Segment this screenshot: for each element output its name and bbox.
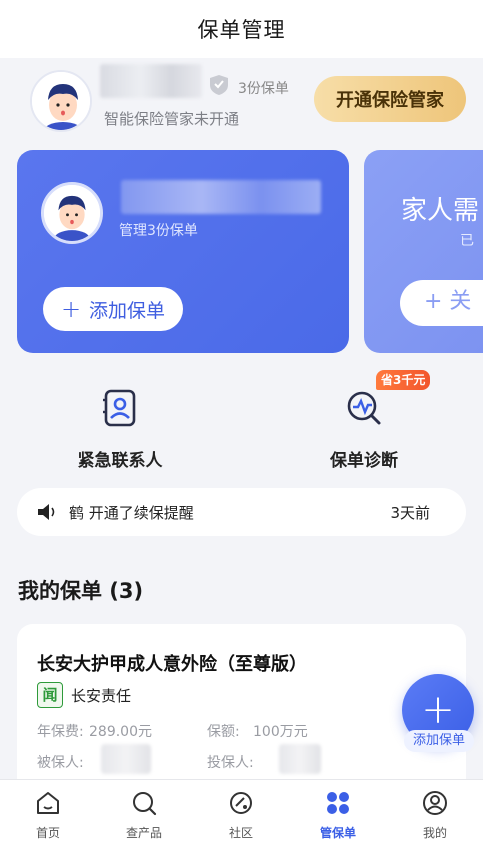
tab-community-label: 社区 (228, 826, 253, 840)
emergency-contact-action[interactable]: 紧急联系人 (40, 380, 200, 471)
page-title: 保单管理 (197, 18, 286, 42)
avatar[interactable] (30, 70, 92, 132)
card-avatar (41, 182, 103, 244)
policy-count: 3份保单 (238, 81, 289, 97)
plus-icon: + 关 (424, 289, 472, 314)
home-icon (37, 792, 59, 814)
plus-icon: + (60, 295, 82, 323)
bottom-tab-bar: 首页 查产品 社区 管保单 我的 (0, 779, 483, 844)
add-policy-label: 添加保单 (89, 299, 166, 322)
avatar-illustration (44, 185, 100, 241)
profile-icon (423, 791, 447, 815)
tab-profile[interactable]: 我的 (387, 780, 483, 844)
emergency-contact-label: 紧急联系人 (77, 451, 163, 471)
policy-owner-card[interactable]: 管理3份保单 + 添加保单 (17, 150, 349, 353)
shield-icon (210, 75, 228, 95)
tab-home[interactable]: 首页 (0, 780, 96, 844)
insured-label: 被保人: (37, 755, 84, 771)
insurer-logo-icon: 闻 (37, 682, 63, 708)
savings-badge: 省3千元 (376, 370, 431, 390)
speaker-icon (38, 504, 55, 520)
family-card-subtitle: 已 (460, 233, 474, 249)
family-card[interactable]: 家人需 已 + 关 (364, 150, 483, 353)
notice-time: 3天前 (390, 504, 430, 522)
family-card-title: 家人需 (401, 196, 480, 226)
insurer-name: 长安责任 (71, 687, 132, 705)
avatar-illustration (32, 72, 90, 130)
tab-manage-policies-label: 管保单 (319, 826, 356, 840)
manage-policies-label: 管理3份保单 (119, 223, 198, 239)
policy-name: 长安大护甲成人意外险（至尊版） (37, 654, 307, 675)
insured-blurred (101, 744, 151, 774)
diagnosis-icon (347, 391, 381, 425)
policy-diagnosis-label: 保单诊断 (330, 451, 398, 471)
card-username-blurred (121, 180, 321, 214)
notice-text: 鹤 开通了续保提醒 (69, 504, 194, 522)
my-policies-title: 我的保单 (3) (18, 579, 144, 603)
policy-diagnosis-action[interactable]: 保单诊断 (284, 380, 444, 471)
tab-products[interactable]: 查产品 (96, 780, 192, 844)
search-icon (133, 792, 157, 816)
premium-value: 289.00元 (89, 724, 152, 740)
tab-manage-policies[interactable]: 管保单 (290, 780, 386, 844)
holder-blurred (279, 744, 321, 774)
coverage-value: 100万元 (253, 724, 308, 740)
user-summary: 3份保单 智能保险管家未开通 开通保险管家 (0, 58, 483, 146)
premium-label: 年保费: (37, 724, 84, 740)
policy-card[interactable]: 长安大护甲成人意外险（至尊版） 闻 长安责任 年保费: 289.00元 保额: … (17, 624, 466, 794)
tab-profile-label: 我的 (422, 826, 447, 840)
username-blurred (100, 64, 202, 98)
tab-products-label: 查产品 (125, 826, 162, 840)
contact-card-icon (103, 389, 136, 427)
butler-status: 智能保险管家未开通 (104, 110, 240, 128)
plus-icon: + (421, 687, 455, 733)
holder-label: 投保人: (207, 755, 254, 771)
coverage-label: 保额: (207, 724, 240, 740)
tab-home-label: 首页 (35, 826, 60, 840)
policy-grid-icon (327, 792, 349, 814)
family-add-button[interactable]: + 关 (400, 280, 483, 326)
tab-community[interactable]: 社区 (193, 780, 289, 844)
fab-label[interactable]: 添加保单 (404, 730, 474, 752)
open-butler-button[interactable]: 开通保险管家 (314, 76, 466, 122)
add-policy-button[interactable]: + 添加保单 (43, 287, 183, 331)
community-icon (230, 792, 252, 814)
top-bar: 保单管理 (0, 0, 483, 58)
activity-notice[interactable]: 鹤 开通了续保提醒 3天前 (17, 488, 466, 536)
